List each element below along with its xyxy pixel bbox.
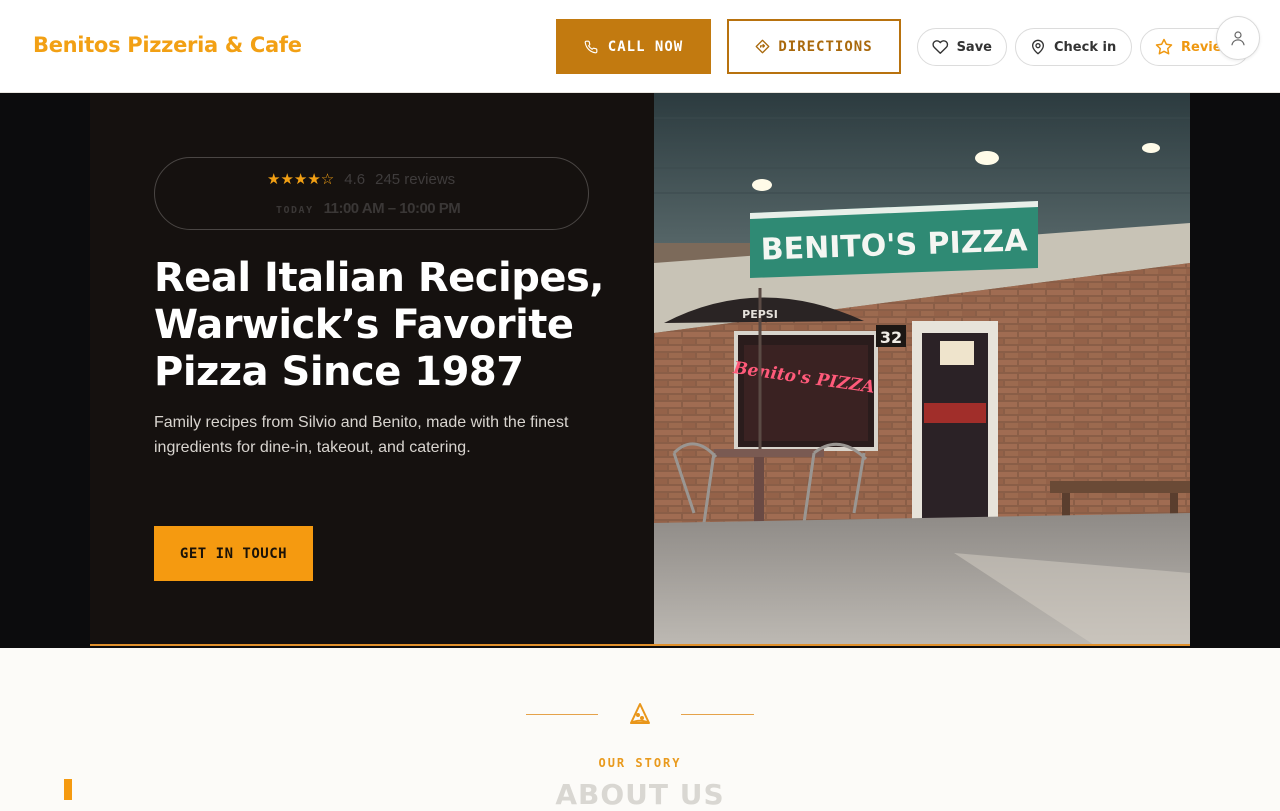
save-label: Save — [956, 39, 992, 55]
story-title: ABOUT US — [555, 778, 725, 811]
pizza-slice-icon — [630, 703, 650, 724]
hero-subtitle: Family recipes from Silvio and Benito, m… — [154, 414, 569, 456]
call-now-label: CALL NOW — [607, 38, 684, 55]
rating-value: 4.6 — [344, 170, 366, 188]
check-in-button[interactable]: Check in — [1015, 28, 1132, 66]
hero-section: ★★★★☆ 4.6 245 reviews TODAY 11:00 AM – 1… — [0, 93, 1280, 648]
hero-title-line-1: Real Italian Recipes, — [154, 255, 605, 301]
accent-bar — [64, 779, 72, 800]
hero-title: Real Italian Recipes, Warwick’s Favorite… — [154, 255, 624, 396]
story-label: OUR STORY — [598, 756, 682, 770]
storefront-photo: BENITO'S PIZZA Benito's PIZZA 32 PEPSI — [654, 93, 1190, 645]
star-icon — [1155, 38, 1173, 55]
phone-icon — [584, 40, 598, 53]
hours-row: TODAY 11:00 AM – 10:00 PM — [276, 200, 461, 217]
hours-value: 11:00 AM – 10:00 PM — [323, 200, 461, 217]
brand-name[interactable]: Benitos Pizzeria & Cafe — [33, 33, 302, 57]
divider-line-left — [526, 714, 598, 715]
hero-title-line-3: Pizza Since 1987 — [154, 349, 524, 395]
divider-line-right — [681, 714, 754, 715]
map-pin-icon — [1032, 39, 1044, 55]
umbrella-text: PEPSI — [742, 308, 778, 321]
get-in-touch-button[interactable]: GET IN TOUCH — [154, 526, 313, 581]
rating-stars: ★★★★☆ — [267, 170, 335, 188]
hours-label: TODAY — [276, 205, 314, 216]
review-count[interactable]: 245 reviews — [375, 171, 455, 188]
directions-button[interactable]: DIRECTIONS — [727, 19, 901, 74]
save-button[interactable]: Save — [917, 28, 1007, 66]
account-button[interactable] — [1216, 16, 1260, 60]
story-section: OUR STORY ABOUT US — [0, 648, 1280, 811]
rating-hours-card: ★★★★☆ 4.6 245 reviews TODAY 11:00 AM – 1… — [154, 157, 589, 230]
check-in-label: Check in — [1054, 39, 1117, 55]
directions-label: DIRECTIONS — [778, 38, 873, 55]
rating-row: ★★★★☆ 4.6 245 reviews — [267, 170, 455, 188]
directions-icon — [755, 39, 770, 54]
address-number: 32 — [880, 328, 902, 347]
site-header: Benitos Pizzeria & Cafe CALL NOW DIRECTI… — [0, 0, 1280, 93]
hero-title-line-2: Warwick’s Favorite — [154, 302, 574, 348]
heart-icon — [932, 40, 949, 54]
user-icon — [1231, 31, 1245, 46]
call-now-button[interactable]: CALL NOW — [556, 19, 711, 74]
hero-bottom-divider — [90, 644, 1190, 646]
